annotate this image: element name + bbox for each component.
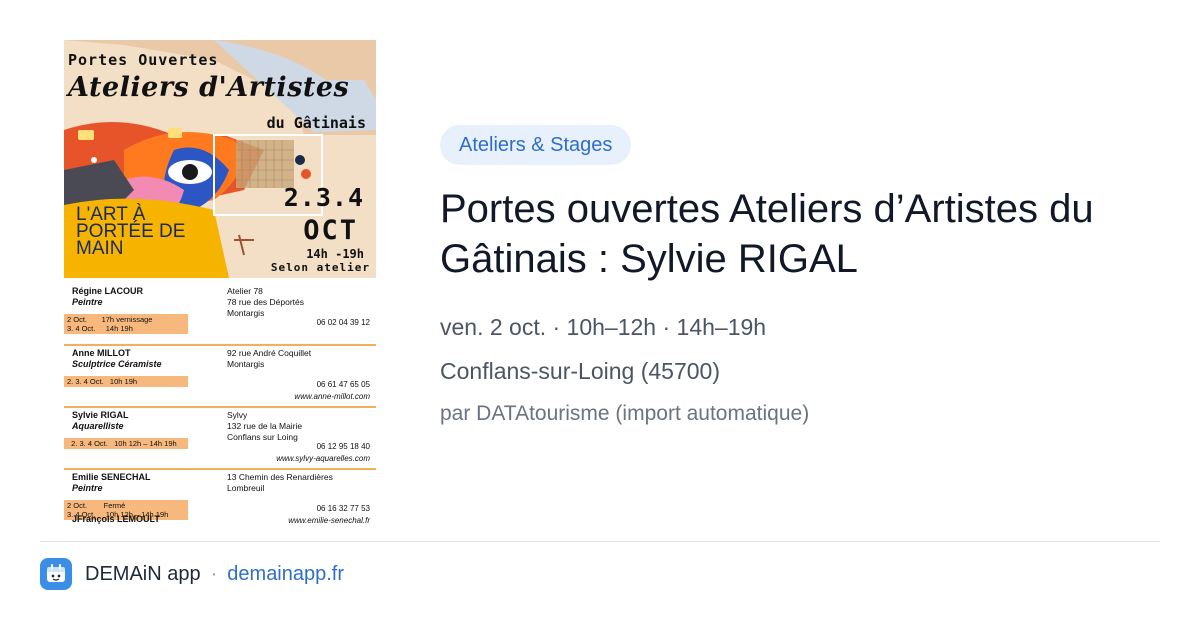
footer-separator: · xyxy=(210,562,218,585)
poster-heading-ateliers: Ateliers d'Artistes xyxy=(68,72,350,103)
poster-artist: Régine LACOUR Peintre 2 Oct. 17h verniss… xyxy=(64,284,376,346)
app-name: DEMAiN app xyxy=(85,562,201,585)
category-badge[interactable]: Ateliers & Stages xyxy=(440,125,632,165)
artist-name: JFrançois LEMOULT xyxy=(72,514,160,524)
event-source: par DATAtourisme (import automatique) xyxy=(440,402,810,425)
poster-artist: Anne MILLOT Sculptrice Céramiste 2. 3. 4… xyxy=(64,346,376,408)
event-location: Conflans-sur-Loing (45700) xyxy=(440,358,720,384)
artist-name: Anne MILLOT xyxy=(72,348,131,358)
poster-artist-list: Régine LACOUR Peintre 2 Oct. 17h verniss… xyxy=(64,284,376,526)
poster-artwork: Portes Ouvertes Ateliers d'Artistes du G… xyxy=(64,40,376,278)
artist-address: 92 rue André Coquillet Montargis xyxy=(227,348,312,369)
artist-role: Peintre xyxy=(72,483,103,493)
artist-role: Peintre xyxy=(72,297,103,307)
poster-slogan: L'ART À PORTÉE DE MAIN xyxy=(76,204,186,259)
poster-heading-gatinais: du Gâtinais xyxy=(266,114,366,132)
artist-role: Sculptrice Céramiste xyxy=(72,359,162,369)
artist-phone: 06 16 32 77 53 xyxy=(316,504,370,513)
artist-website: www.anne-millot.com xyxy=(294,392,370,401)
poster-heading-portes: Portes Ouvertes xyxy=(68,51,219,69)
artist-role: Aquarelliste xyxy=(72,421,124,431)
artist-address: Atelier 78 78 rue des Déportés Montargis xyxy=(227,286,305,318)
artist-schedule: 2. 3. 4 Oct. 10h 19h xyxy=(64,376,188,387)
artist-schedule: 2. 3. 4 Oct. 10h 12h – 14h 19h xyxy=(64,438,188,449)
artist-schedule: 2 Oct. 17h vernissage 3. 4 Oct. 14h 19h xyxy=(64,314,188,334)
poster-hours: 14h -19h xyxy=(306,247,364,261)
poster-dates: 2.3.4 xyxy=(283,183,364,212)
artist-name: Sylvie RIGAL xyxy=(72,410,129,420)
artist-website: www.sylvy-aquarelles.com xyxy=(276,454,370,463)
artist-name: Emilie SENECHAL xyxy=(72,472,151,482)
artist-website: www.emilie-senechal.fr xyxy=(288,516,370,525)
event-poster-image: Portes Ouvertes Ateliers d'Artistes du G… xyxy=(64,40,376,526)
poster-artist: Sylvie RIGAL Aquarelliste 2. 3. 4 Oct. 1… xyxy=(64,408,376,470)
event-datetime: ven. 2 oct. · 10h–12h · 14h–19h xyxy=(440,314,767,340)
artist-address: 13 Chemin des Renardières Lombreuil xyxy=(227,472,333,493)
poster-selon: Selon atelier xyxy=(270,261,370,274)
demain-app-icon xyxy=(40,558,72,590)
artist-phone: 06 12 95 18 40 xyxy=(316,442,370,451)
event-title: Portes ouvertes Ateliers d’Artistes du G… xyxy=(440,187,1094,281)
footer: DEMAiN app · demainapp.fr xyxy=(40,558,344,590)
artist-name: Régine LACOUR xyxy=(72,286,144,296)
app-website-link[interactable]: demainapp.fr xyxy=(227,563,344,586)
artist-phone: 06 61 47 65 05 xyxy=(316,380,370,389)
artist-address: Sylvy 132 rue de la Mairie Conflans sur … xyxy=(227,410,303,442)
artist-phone: 06 02 04 39 12 xyxy=(316,318,370,327)
poster-month: OCT xyxy=(303,215,358,246)
footer-divider xyxy=(40,541,1160,542)
